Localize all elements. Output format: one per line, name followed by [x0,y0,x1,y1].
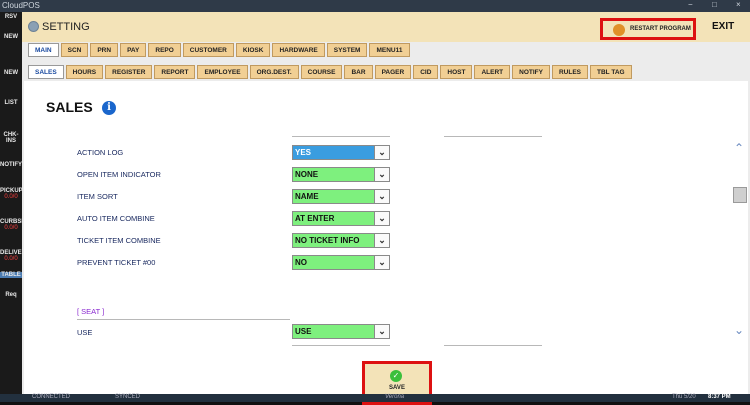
tab-scn[interactable]: SCN [60,43,89,57]
nav-new-2[interactable]: NEW [0,70,22,76]
tab-kiosk[interactable]: KIOSK [235,43,271,57]
divider [292,345,390,346]
tab-hardware[interactable]: HARDWARE [272,43,325,57]
chevron-down-icon: ⌄ [374,190,389,203]
maximize-icon[interactable]: □ [712,0,717,9]
sub-tabs: SALES HOURS REGISTER REPORT EMPLOYEE ORG… [28,65,634,79]
divider [77,319,290,320]
restart-program-button[interactable]: RESTART PROGRAM [600,18,696,40]
nav-delivery[interactable]: DELIVERY 0.0/0 [0,250,30,262]
tab-cid[interactable]: CID [413,65,439,79]
close-icon[interactable]: × [736,0,741,9]
gear-icon [28,21,39,32]
info-icon[interactable]: i [102,101,116,115]
brand-label: Verona [385,394,405,400]
tab-rules[interactable]: RULES [551,65,589,79]
setting-title: SETTING [42,21,90,33]
chevron-up-icon[interactable]: ⌃ [734,141,744,155]
restart-label: RESTART PROGRAM [630,26,691,32]
tab-tbl-tag[interactable]: TBL TAG [590,65,632,79]
nav-req[interactable]: Req [0,292,22,298]
tab-pager[interactable]: PAGER [374,65,412,79]
prevent-ticket-00-select[interactable]: NO ⌄ [292,255,390,270]
seat-section-title: [ SEAT ] [77,307,105,316]
tab-alert[interactable]: ALERT [474,65,511,79]
chevron-down-icon: ⌄ [374,212,389,225]
chevron-down-icon: ⌄ [374,168,389,181]
sales-settings-panel: SALES i ACTION LOG YES ⌄ OPEN ITEM INDICA… [24,81,748,405]
setting-label-ticket-item-combine: TICKET ITEM COMBINE [77,236,161,245]
setting-label-open-item-indicator: OPEN ITEM INDICATOR [77,170,161,179]
settings-window: SETTING RESTART PROGRAM EXIT MAIN SCN PR… [22,12,750,405]
main-tabs: MAIN SCN PRN PAY REPO CUSTOMER KIOSK HAR… [28,43,412,57]
chevron-down-icon[interactable]: ⌄ [734,323,744,337]
tab-host[interactable]: HOST [440,65,473,79]
sync-status: SYNCED [115,394,141,400]
tab-register[interactable]: REGISTER [105,65,153,79]
tab-course[interactable]: COURSE [300,65,343,79]
nav-new[interactable]: NEW [0,34,22,40]
window-titlebar: CloudPOS − □ × [0,0,750,12]
seat-use-select[interactable]: USE ⌄ [292,324,390,339]
exit-button[interactable]: EXIT [712,21,734,32]
auto-item-combine-select[interactable]: AT ENTER ⌄ [292,211,390,226]
scroll-thumb[interactable] [733,187,747,203]
status-time: 8:37 PM [708,394,731,400]
tab-prn[interactable]: PRN [90,43,119,57]
nav-notify[interactable]: NOTIFY [0,162,22,168]
minimize-icon[interactable]: − [688,0,693,9]
tab-hours[interactable]: HOURS [65,65,104,79]
restart-icon [613,24,625,36]
chevron-down-icon: ⌄ [374,234,389,247]
vertical-scrollbar[interactable]: ⌃ ⌄ [732,141,748,341]
checkmark-icon: ✓ [390,370,402,382]
window-title: CloudPOS [2,1,40,10]
tab-notify[interactable]: NOTIFY [512,65,550,79]
nav-pickup[interactable]: PICKUP 0.0/0 [0,188,23,200]
chevron-down-icon: ⌄ [374,325,389,338]
setting-label-prevent-ticket-00: PREVENT TICKET #00 [77,258,156,267]
divider [292,136,390,137]
tab-customer[interactable]: CUSTOMER [182,43,234,57]
connection-status: CONNECTED [32,394,71,400]
status-date: Thu 5/20 [672,394,696,400]
nav-list[interactable]: LIST [0,100,22,106]
nav-curbside[interactable]: CURBSIDE 0.0/0 [0,219,31,231]
tab-sales[interactable]: SALES [28,65,64,79]
page-title: SALES [46,99,93,115]
chevron-down-icon: ⌄ [374,256,389,269]
settings-header: SETTING RESTART PROGRAM EXIT [22,12,750,42]
item-sort-select[interactable]: NAME ⌄ [292,189,390,204]
save-label: SAVE [389,385,405,391]
tab-bar[interactable]: BAR [344,65,373,79]
setting-label-item-sort: ITEM SORT [77,192,118,201]
action-log-select[interactable]: YES ⌄ [292,145,390,160]
left-nav: RSV NEW NEW LIST CHK-INS NOTIFY PICKUP 0.… [0,12,31,394]
divider [444,136,542,137]
tab-pay[interactable]: PAY [120,43,147,57]
tab-org-dest[interactable]: ORG.DEST. [249,65,299,79]
tab-system[interactable]: SYSTEM [326,43,368,57]
open-item-indicator-select[interactable]: NONE ⌄ [292,167,390,182]
nav-checkins[interactable]: CHK-INS [0,132,22,144]
tab-repo[interactable]: REPO [148,43,181,57]
tab-main[interactable]: MAIN [28,43,59,57]
divider [444,345,542,346]
chevron-down-icon: ⌄ [374,146,389,159]
nav-table[interactable]: TABLE [0,272,22,278]
tab-report[interactable]: REPORT [154,65,196,79]
setting-label-action-log: ACTION LOG [77,148,124,157]
status-bar: CONNECTED SYNCED Verona Thu 5/20 8:37 PM [0,394,750,402]
tab-menu11[interactable]: MENU11 [369,43,410,57]
setting-label-auto-item-combine: AUTO ITEM COMBINE [77,214,155,223]
setting-label-use: USE [77,328,93,337]
nav-rsv[interactable]: RSV [0,14,22,20]
ticket-item-combine-select[interactable]: NO TICKET INFO ⌄ [292,233,390,248]
tab-employee[interactable]: EMPLOYEE [197,65,248,79]
